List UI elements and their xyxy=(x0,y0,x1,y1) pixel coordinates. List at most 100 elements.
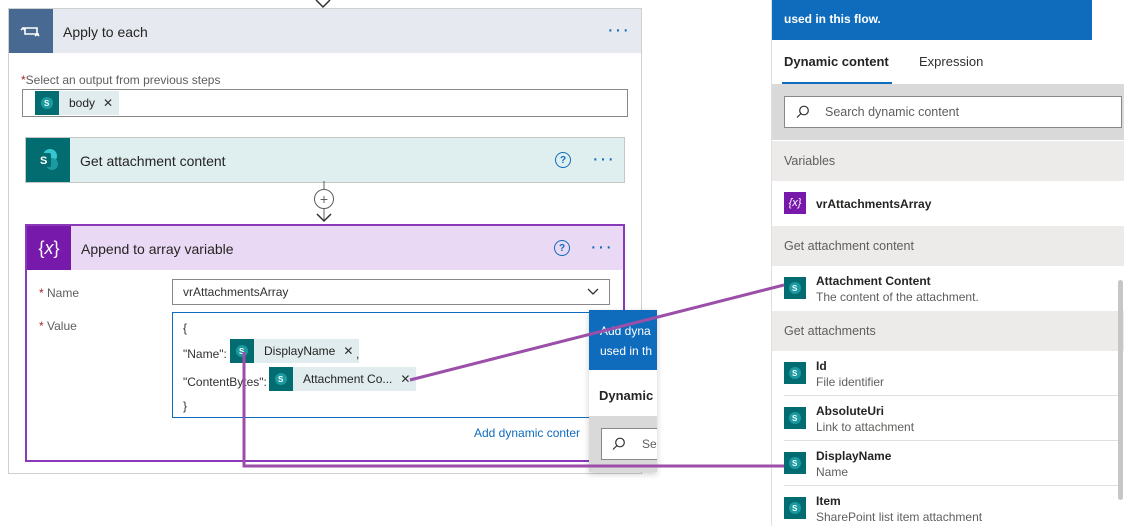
dynamic-content-popup: Add dyna used in th Dynamic Se xyxy=(589,310,657,472)
popup-banner-line1: Add dyna xyxy=(600,324,651,338)
name-select[interactable]: vrAttachmentsArray xyxy=(172,279,610,305)
svg-text:S: S xyxy=(792,459,798,468)
item-subtitle: The content of the attachment. xyxy=(816,290,979,304)
attachment-token-label: Attachment Co... xyxy=(303,372,393,386)
item-subtitle: SharePoint list item attachment xyxy=(816,510,983,524)
output-field-label: *Select an output from previous steps xyxy=(21,73,221,87)
sharepoint-logo-icon: S xyxy=(26,138,70,182)
item-title: AbsoluteUri xyxy=(816,404,885,418)
list-item[interactable]: {x} vrAttachmentsArray xyxy=(784,181,1120,225)
search-icon xyxy=(612,437,625,450)
sharepoint-icon: S xyxy=(269,367,293,391)
value-label-text: Value xyxy=(47,319,77,333)
more-options-icon[interactable]: ··· xyxy=(592,149,615,169)
list-item[interactable]: S Attachment Content The content of the … xyxy=(784,266,1120,310)
item-title: Id xyxy=(816,359,827,373)
list-item[interactable]: S Item SharePoint list item attachment xyxy=(784,486,1120,526)
svg-text:S: S xyxy=(792,414,798,423)
sharepoint-icon: S xyxy=(784,452,806,474)
svg-text:S: S xyxy=(792,284,798,293)
sharepoint-icon: S xyxy=(784,407,806,429)
sharepoint-icon: S xyxy=(230,339,254,363)
remove-token-icon[interactable]: ✕ xyxy=(103,96,113,110)
name-field-label: * Name xyxy=(39,286,80,300)
brace-close: } xyxy=(183,399,188,413)
item-title: Item xyxy=(816,494,841,508)
item-subtitle: Name xyxy=(816,465,849,479)
popup-tab-dynamic[interactable]: Dynamic xyxy=(599,388,653,403)
apply-to-each-card: Apply to each ··· *Select an output from… xyxy=(8,8,642,474)
search-icon xyxy=(796,105,809,118)
value-expression-input[interactable]: { "Name": S DisplayName ✕ , "ContentByte… xyxy=(172,312,592,418)
flow-designer-canvas: Apply to each ··· *Select an output from… xyxy=(0,0,657,526)
search-input[interactable]: Search dynamic content xyxy=(784,96,1122,128)
sharepoint-icon: S xyxy=(784,362,806,384)
panel-scrollbar[interactable] xyxy=(1118,280,1123,500)
item-title: DisplayName xyxy=(816,449,892,463)
remove-token-icon[interactable]: ✕ xyxy=(343,344,353,358)
body-token-label: body xyxy=(69,96,96,110)
popup-search-input[interactable]: Se xyxy=(601,428,657,460)
help-icon[interactable]: ? xyxy=(554,240,570,256)
comma-text: , xyxy=(356,347,360,361)
sharepoint-icon: S xyxy=(35,91,59,115)
chevron-down-icon xyxy=(587,288,599,295)
popup-banner-line2: used in th xyxy=(600,344,653,358)
remove-token-icon[interactable]: ✕ xyxy=(400,372,410,386)
name-key-text: "Name": xyxy=(183,347,227,361)
section-header-get-attachment-content[interactable]: Get attachment content xyxy=(772,226,1124,266)
search-placeholder: Search dynamic content xyxy=(825,105,960,119)
item-title: vrAttachmentsArray xyxy=(816,197,932,211)
name-select-value: vrAttachmentsArray xyxy=(183,285,289,299)
apply-to-each-header[interactable]: Apply to each ··· xyxy=(9,9,641,53)
popup-search-area: Se xyxy=(589,416,657,472)
panel-search-area: Search dynamic content xyxy=(772,84,1124,140)
name-label-text: Name xyxy=(47,286,80,300)
help-icon[interactable]: ? xyxy=(555,152,571,168)
item-subtitle: File identifier xyxy=(816,375,885,389)
get-attachment-content-card[interactable]: S Get attachment content ? ··· xyxy=(25,137,625,183)
dynamic-content-panel: used in this flow. Dynamic content Expre… xyxy=(771,0,1124,526)
loop-icon xyxy=(9,9,53,53)
add-dynamic-content-link[interactable]: Add dynamic conter xyxy=(474,426,580,440)
svg-text:S: S xyxy=(44,99,50,108)
content-key-text: "ContentBytes": xyxy=(183,375,267,389)
item-title: Attachment Content xyxy=(816,274,931,288)
append-title: Append to array variable xyxy=(81,241,234,257)
svg-text:S: S xyxy=(239,347,245,356)
displayname-token-label: DisplayName xyxy=(264,344,336,358)
get-attachment-content-title: Get attachment content xyxy=(80,153,226,169)
svg-text:S: S xyxy=(792,369,798,378)
list-item[interactable]: S Id File identifier xyxy=(784,351,1120,396)
attachment-content-token[interactable]: S Attachment Co... ✕ xyxy=(269,367,417,391)
tab-expression[interactable]: Expression xyxy=(919,54,983,69)
tab-dynamic-content[interactable]: Dynamic content xyxy=(784,54,889,69)
svg-text:S: S xyxy=(40,155,47,167)
value-field-label: * Value xyxy=(39,319,77,333)
svg-text:S: S xyxy=(792,504,798,513)
section-header-get-attachments[interactable]: Get attachments xyxy=(772,311,1124,351)
add-step-icon[interactable]: + xyxy=(314,189,334,209)
more-options-icon[interactable]: ··· xyxy=(590,237,613,257)
sharepoint-icon: S xyxy=(784,497,806,519)
item-subtitle: Link to attachment xyxy=(816,420,915,434)
brace-open: { xyxy=(183,321,188,335)
variable-icon: {x} xyxy=(784,192,806,214)
more-options-icon[interactable]: ··· xyxy=(607,20,630,40)
list-item[interactable]: S AbsoluteUri Link to attachment xyxy=(784,396,1120,441)
popup-banner: Add dyna used in th xyxy=(589,310,657,370)
append-header[interactable]: {x} Append to array variable ? ··· xyxy=(27,226,623,270)
list-item[interactable]: S DisplayName Name xyxy=(784,441,1120,486)
section-header-variables[interactable]: Variables xyxy=(772,141,1124,181)
displayname-token[interactable]: S DisplayName ✕ xyxy=(230,339,360,363)
popup-search-placeholder: Se xyxy=(642,437,657,451)
output-input[interactable]: S body ✕ xyxy=(22,89,628,117)
svg-text:S: S xyxy=(278,375,284,384)
variable-icon: {x} xyxy=(27,226,71,270)
apply-to-each-title: Apply to each xyxy=(63,24,148,40)
panel-banner-text: used in this flow. xyxy=(784,12,881,26)
output-label-text: Select an output from previous steps xyxy=(25,73,221,87)
append-to-array-card: {x} Append to array variable ? ··· * Nam… xyxy=(25,224,625,462)
sharepoint-icon: S xyxy=(784,277,806,299)
body-token[interactable]: S body ✕ xyxy=(35,91,120,115)
